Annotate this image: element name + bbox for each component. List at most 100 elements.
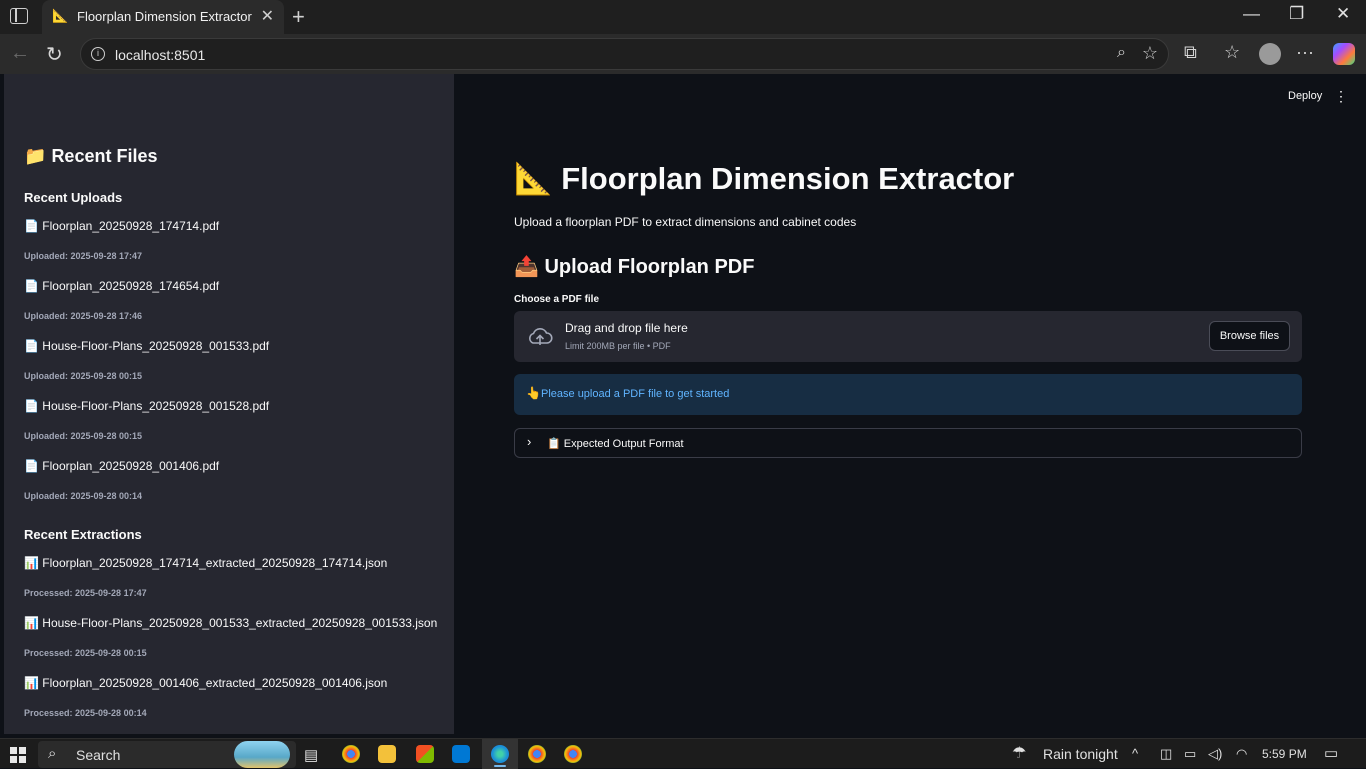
- favorites-icon[interactable]: ☆: [1224, 42, 1240, 63]
- notifications-icon[interactable]: ▭: [1324, 744, 1338, 762]
- recent-uploads-heading: Recent Uploads: [24, 190, 123, 205]
- site-info-icon[interactable]: i: [91, 47, 105, 61]
- profile-avatar[interactable]: [1259, 43, 1281, 65]
- upload-item: 📄 Floorplan_20250928_001406.pdf: [24, 459, 219, 473]
- favorite-star-icon[interactable]: ☆: [1142, 43, 1158, 64]
- upload-item: 📄 Floorplan_20250928_174714.pdf: [24, 219, 219, 233]
- chart-icon: 📊: [24, 556, 39, 570]
- back-icon[interactable]: ←: [10, 42, 30, 65]
- page-title: 📐 Floorplan Dimension Extractor: [514, 160, 1014, 197]
- upload-timestamp: Uploaded: 2025-09-28 17:47: [24, 251, 143, 261]
- weather-text[interactable]: Rain tonight: [1043, 746, 1118, 762]
- upload-heading-text: Upload Floorplan PDF: [544, 256, 755, 278]
- battery-icon[interactable]: ▭: [1184, 746, 1196, 762]
- main-content: Deploy ⋮ 📐 Floorplan Dimension Extractor…: [454, 74, 1362, 734]
- upload-item: 📄 House-Floor-Plans_20250928_001533.pdf: [24, 339, 269, 353]
- upload-timestamp: Uploaded: 2025-09-28 17:46: [24, 311, 143, 321]
- windows-start-icon[interactable]: [10, 747, 26, 763]
- recent-extractions-heading: Recent Extractions: [24, 527, 142, 542]
- search-highlight-image: [234, 741, 290, 768]
- info-alert: 👆 Please upload a PDF file to get starte…: [514, 374, 1302, 415]
- chart-icon: 📊: [24, 676, 39, 690]
- extensions-icon[interactable]: ⧉: [1184, 42, 1197, 63]
- browser-tab[interactable]: 📐 Floorplan Dimension Extractor ✕: [42, 0, 284, 34]
- search-label: Search: [76, 747, 121, 763]
- triangle-ruler-icon: 📐: [514, 161, 553, 196]
- dropzone-title: Drag and drop file here: [565, 321, 688, 335]
- extraction-filename: House-Floor-Plans_20250928_001533_extrac…: [42, 616, 438, 630]
- clipboard-icon: 📋: [547, 438, 561, 450]
- extraction-filename: Floorplan_20250928_001406_extracted_2025…: [42, 676, 388, 690]
- store-icon[interactable]: [416, 745, 434, 763]
- file-explorer-icon[interactable]: [378, 745, 396, 763]
- extraction-item: 📊 Floorplan_20250928_001406_extracted_20…: [24, 676, 387, 690]
- sidebar: 📁 Recent Files Recent Uploads 📄 Floorpla…: [4, 74, 454, 734]
- edge-taskbar-button[interactable]: [482, 739, 518, 769]
- taskbar: ⌕ Search ▤ ☂ Rain tonight ^ ◫ ▭ ◁) ◠ 5:5…: [0, 738, 1366, 769]
- url-text[interactable]: localhost:8501: [115, 47, 205, 63]
- more-menu-icon[interactable]: ···: [1296, 42, 1314, 63]
- sidebar-title-text: Recent Files: [51, 146, 158, 166]
- upload-item: 📄 Floorplan_20250928_174654.pdf: [24, 279, 219, 293]
- extraction-filename: Floorplan_20250928_174714_extracted_2025…: [42, 556, 388, 570]
- clock[interactable]: 5:59 PM: [1262, 747, 1307, 761]
- tab-title: Floorplan Dimension Extractor: [77, 9, 252, 24]
- chrome-icon[interactable]: [564, 745, 582, 763]
- copilot-icon[interactable]: [1333, 43, 1355, 65]
- chevron-right-icon[interactable]: ›: [527, 434, 531, 449]
- chrome-icon[interactable]: [342, 745, 360, 763]
- browse-files-button[interactable]: Browse files: [1209, 321, 1290, 351]
- browser-tab-bar: 📐 Floorplan Dimension Extractor ✕ + — ❐ …: [0, 0, 1366, 34]
- expander-label-text[interactable]: Expected Output Format: [564, 438, 684, 450]
- minimize-icon[interactable]: —: [1243, 4, 1260, 24]
- sidebar-title: 📁 Recent Files: [24, 146, 157, 167]
- taskbar-search[interactable]: ⌕ Search: [38, 741, 296, 768]
- file-dropzone[interactable]: Drag and drop file here Limit 200MB per …: [514, 311, 1302, 362]
- document-icon: 📄: [24, 219, 39, 233]
- upload-timestamp: Uploaded: 2025-09-28 00:15: [24, 431, 143, 441]
- extraction-timestamp: Processed: 2025-09-28 00:15: [24, 648, 147, 658]
- chrome-icon[interactable]: [528, 745, 546, 763]
- extraction-item: 📊 House-Floor-Plans_20250928_001533_extr…: [24, 616, 437, 630]
- deploy-button[interactable]: Deploy: [1288, 90, 1322, 102]
- app-menu-icon[interactable]: ⋮: [1334, 88, 1348, 105]
- address-toolbar: ← ↻ i localhost:8501 ⌕ ☆ ⧉ ☆ ···: [0, 34, 1366, 74]
- document-icon: 📄: [24, 399, 39, 413]
- volume-icon[interactable]: ◁): [1208, 746, 1222, 762]
- dropzone-limit: Limit 200MB per file • PDF: [565, 341, 671, 351]
- folder-icon: 📁: [24, 146, 47, 166]
- vscode-icon[interactable]: [452, 745, 470, 763]
- extraction-timestamp: Processed: 2025-09-28 17:47: [24, 588, 147, 598]
- page-title-text: Floorplan Dimension Extractor: [561, 161, 1015, 196]
- outbox-tray-icon: 📤: [514, 256, 539, 278]
- close-window-icon[interactable]: ✕: [1336, 4, 1350, 24]
- upload-heading: 📤 Upload Floorplan PDF: [514, 254, 754, 279]
- zoom-icon[interactable]: ⌕: [1117, 44, 1126, 62]
- edge-icon: [491, 745, 509, 763]
- sidebar-toggle-icon[interactable]: [10, 8, 28, 24]
- uploader-label: Choose a PDF file: [514, 294, 600, 305]
- chart-icon: 📊: [24, 616, 39, 630]
- extraction-timestamp: Processed: 2025-09-28 00:14: [24, 708, 147, 718]
- new-tab-icon[interactable]: +: [292, 4, 305, 30]
- document-icon: 📄: [24, 459, 39, 473]
- upload-filename: Floorplan_20250928_001406.pdf: [42, 459, 220, 473]
- expected-output-expander[interactable]: › 📋 Expected Output Format: [514, 428, 1302, 458]
- refresh-icon[interactable]: ↻: [46, 42, 63, 67]
- expander-label[interactable]: 📋 Expected Output Format: [547, 437, 684, 450]
- meet-icon[interactable]: ◫: [1160, 746, 1172, 762]
- document-icon: 📄: [24, 339, 39, 353]
- task-view-icon[interactable]: ▤: [304, 746, 318, 764]
- pointing-up-icon: 👆: [526, 386, 541, 400]
- wifi-icon[interactable]: ◠: [1236, 746, 1247, 762]
- page-subtitle: Upload a floorplan PDF to extract dimens…: [514, 215, 857, 229]
- address-bar[interactable]: i localhost:8501 ⌕ ☆: [80, 38, 1169, 70]
- weather-icon[interactable]: ☂: [1012, 743, 1026, 763]
- restore-icon[interactable]: ❐: [1289, 4, 1304, 24]
- upload-filename: Floorplan_20250928_174714.pdf: [42, 219, 220, 233]
- upload-timestamp: Uploaded: 2025-09-28 00:15: [24, 371, 143, 381]
- tray-overflow-icon[interactable]: ^: [1132, 746, 1138, 761]
- upload-item: 📄 House-Floor-Plans_20250928_001528.pdf: [24, 399, 269, 413]
- upload-filename: House-Floor-Plans_20250928_001533.pdf: [42, 339, 270, 353]
- close-tab-icon[interactable]: ✕: [261, 6, 274, 26]
